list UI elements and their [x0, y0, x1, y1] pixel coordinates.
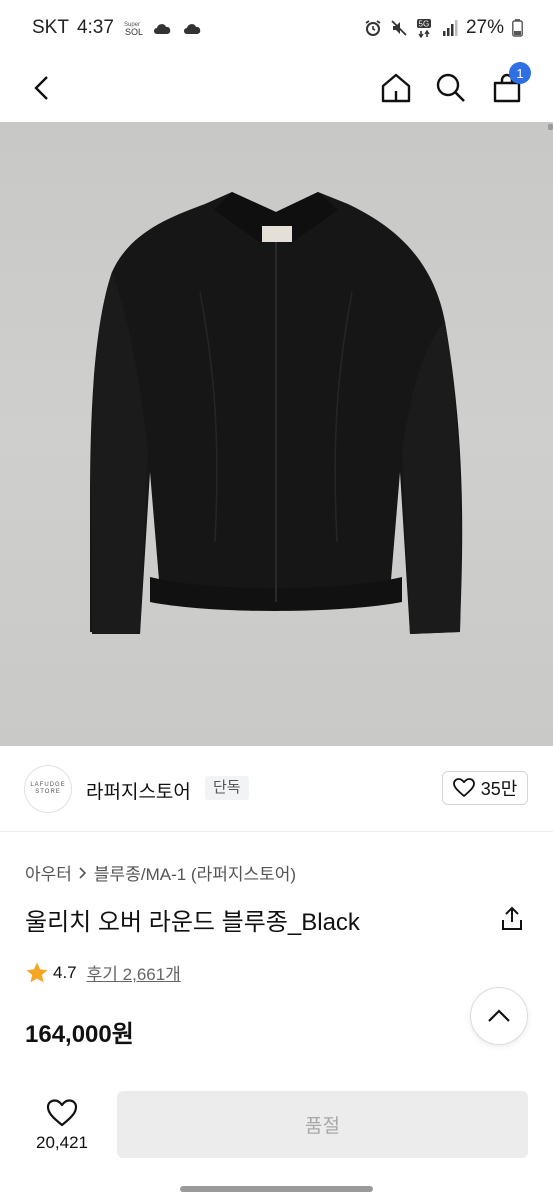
brand-logo[interactable]: LAFUDGE STORE — [24, 765, 72, 813]
carrier-label: SKT — [32, 17, 69, 38]
back-button[interactable] — [20, 66, 64, 110]
cart-count-badge: 1 — [509, 62, 531, 84]
brand-like-count: 35만 — [480, 779, 518, 799]
home-button[interactable] — [374, 66, 418, 110]
brand-name[interactable]: 라퍼지스토어 — [86, 777, 191, 804]
rating-row: 4.7 후기 2,661개 — [25, 960, 181, 985]
rating-value: 4.7 — [53, 962, 77, 982]
brand-row: LAFUDGE STORE 라퍼지스토어 단독 35만 — [0, 746, 553, 832]
home-indicator[interactable] — [180, 1186, 373, 1192]
product-price: 164,000원 — [25, 1021, 134, 1048]
home-icon — [381, 73, 411, 103]
wifi-icon: 5G — [416, 18, 434, 38]
exclusive-badge: 단독 — [205, 776, 249, 800]
heart-icon — [452, 778, 475, 797]
search-icon — [436, 73, 465, 102]
battery-icon — [512, 19, 523, 37]
wishlist-button[interactable]: 20,421 — [20, 1091, 104, 1161]
share-icon — [502, 906, 522, 930]
back-icon — [34, 76, 48, 100]
bottom-action-bar: 20,421 품절 — [0, 1073, 553, 1200]
mute-icon — [390, 19, 408, 37]
cloud-icon — [182, 20, 204, 36]
heart-icon — [46, 1099, 78, 1127]
search-button[interactable] — [429, 66, 473, 110]
wishlist-count: 20,421 — [36, 1133, 88, 1152]
star-icon — [26, 962, 48, 982]
battery-percent: 27% — [465, 17, 504, 38]
cart-button[interactable]: 1 — [485, 62, 531, 110]
brand-like-button[interactable]: 35만 — [442, 771, 528, 805]
cloud-icon — [152, 20, 174, 36]
chevron-up-icon — [488, 1009, 510, 1022]
svg-text:5G: 5G — [418, 20, 429, 29]
breadcrumb-item[interactable]: 아우터 — [25, 860, 72, 885]
status-left: SKT 4:37 Super SOL — [32, 17, 204, 39]
chevron-right-icon — [79, 866, 87, 879]
product-title: 울리치 오버 라운드 블루종_Black — [25, 909, 360, 936]
scrollbar[interactable] — [548, 124, 553, 130]
breadcrumb-item[interactable]: 블루종/MA-1 (라퍼지스토어) — [94, 860, 296, 885]
brand-logo-text: LAFUDGE STORE — [30, 781, 66, 795]
breadcrumb: 아우터 블루종/MA-1 (라퍼지스토어) — [25, 860, 296, 885]
sold-out-button[interactable]: 품절 — [117, 1091, 528, 1158]
svg-text:SOL: SOL — [125, 27, 143, 37]
jacket-illustration — [90, 192, 463, 634]
status-bar: SKT 4:37 Super SOL 5G 27% — [0, 0, 553, 56]
alarm-icon — [364, 19, 382, 37]
clock: 4:37 — [76, 17, 114, 38]
super-sol-icon: Super SOL — [122, 19, 144, 37]
product-image[interactable] — [0, 122, 553, 746]
share-button[interactable] — [497, 903, 527, 933]
status-right: 5G 27% — [364, 17, 523, 39]
signal-icon — [442, 19, 458, 37]
review-count-link[interactable]: 후기 2,661개 — [87, 960, 181, 985]
top-navigation: 1 — [0, 56, 553, 122]
scroll-to-top-button[interactable] — [470, 987, 528, 1045]
